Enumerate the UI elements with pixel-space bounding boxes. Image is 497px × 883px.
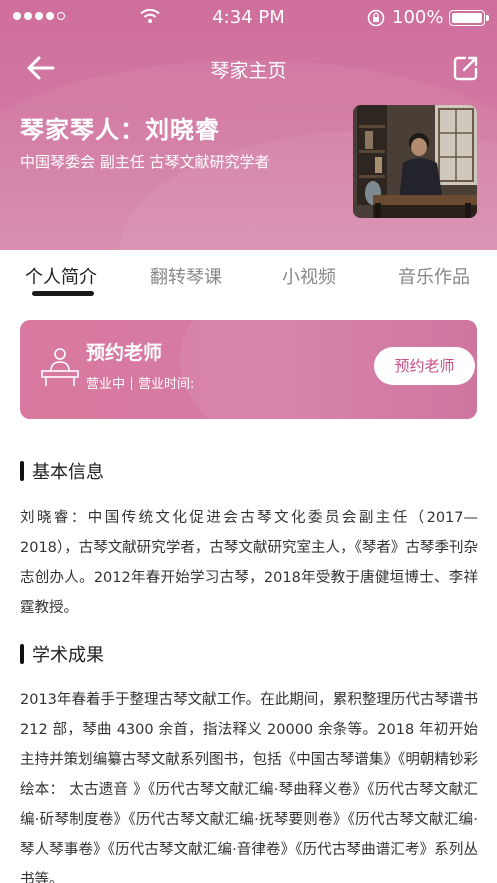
tab-music-works[interactable]: 音乐作品: [398, 263, 470, 289]
achievements-text: 2013年春着手于整理古琴文献工作。在此期间，累积整理历代古琴谱书 212 部，…: [20, 692, 478, 883]
profile-titles: 中国琴委会 副主任 古琴文献研究学者: [20, 153, 270, 171]
booking-title: 预约老师: [86, 342, 163, 364]
avatar[interactable]: [353, 105, 477, 218]
section-heading-basic-info: 基本信息: [20, 458, 104, 484]
status-divider: [131, 377, 133, 390]
section-heading-achievements: 学术成果: [20, 641, 104, 667]
status-bar: 4:34 PM 100%: [0, 0, 497, 36]
section-heading-label: 学术成果: [32, 645, 104, 666]
active-tab-indicator: [32, 291, 94, 296]
profile-header: 4:34 PM 100% 琴家主页 琴家琴人：刘晓睿 中国琴委会 副主任 古琴文…: [0, 0, 497, 250]
section-marker: [20, 644, 24, 664]
basic-info-text: 刘晓睿：中国传统文化促进会古琴文化委员会副主任（2017—2018），古琴文献研…: [20, 510, 478, 616]
share-icon[interactable]: [452, 54, 480, 82]
battery-percentage: 100%: [392, 7, 444, 28]
business-hours-label: 营业时间:: [138, 377, 195, 392]
teacher-icon: [41, 348, 79, 386]
section-marker: [20, 461, 24, 481]
profile-name: 琴家琴人：刘晓睿: [20, 116, 220, 144]
tab-short-videos[interactable]: 小视频: [282, 263, 336, 289]
avatar-photo: [353, 105, 477, 218]
tab-intro[interactable]: 个人简介: [25, 263, 97, 289]
booking-status: 营业中 营业时间:: [86, 373, 194, 392]
business-status: 营业中: [86, 377, 126, 392]
page-title: 琴家主页: [210, 60, 287, 82]
booking-card: 预约老师 营业中 营业时间: 预约老师: [20, 320, 477, 419]
rotation-lock-icon: [367, 9, 385, 27]
section-heading-label: 基本信息: [32, 462, 104, 483]
book-teacher-button[interactable]: 预约老师: [374, 347, 475, 385]
tab-flipped-lessons[interactable]: 翻转琴课: [150, 263, 222, 289]
battery-icon: [449, 10, 489, 26]
